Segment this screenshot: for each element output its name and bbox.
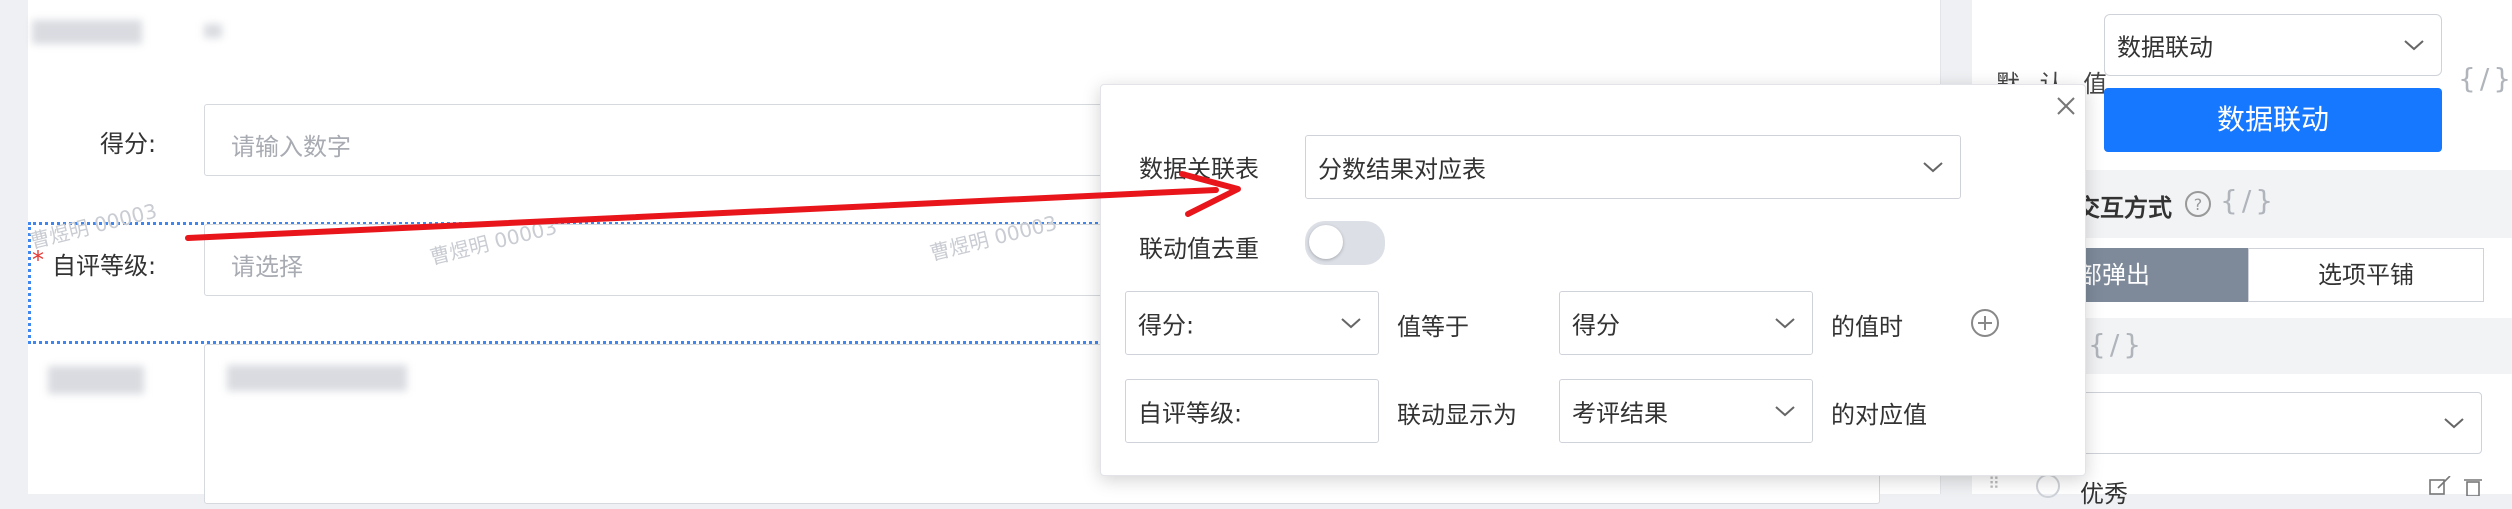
display-target-select[interactable]: 考评结果 [1559, 379, 1813, 443]
chevron-down-icon [1775, 318, 1795, 329]
chevron-down-icon [2404, 40, 2424, 51]
svg-text:?: ? [2194, 195, 2203, 214]
display-target-value: 考评结果 [1572, 399, 1668, 428]
chevron-down-icon [1341, 318, 1361, 329]
condition-target-value: 得分 [1572, 311, 1620, 340]
grade-label: 自评等级: [52, 252, 157, 280]
display-operator: 联动显示为 [1397, 401, 1517, 429]
delete-icon[interactable] [2462, 476, 2484, 496]
option-radio[interactable] [2036, 474, 2060, 498]
condition-operator: 值等于 [1397, 313, 1469, 341]
formula-icon[interactable]: {/} [2220, 184, 2277, 217]
condition-suffix: 的值时 [1831, 313, 1903, 341]
question-circle-icon[interactable]: ? [2184, 190, 2212, 218]
grade-placeholder: 请选择 [231, 253, 303, 281]
edit-icon[interactable] [2428, 476, 2452, 496]
table-select-value: 分数结果对应表 [1318, 155, 1486, 184]
blurred-title [32, 20, 142, 44]
chevron-down-icon [1923, 162, 1943, 173]
condition-target-select[interactable]: 得分 [1559, 291, 1813, 355]
chevron-down-icon [2444, 418, 2464, 429]
close-icon[interactable] [2055, 95, 2077, 117]
score-input[interactable]: 请输入数字 [204, 104, 1204, 176]
blurred-mark [204, 24, 222, 38]
formula-icon[interactable]: {/} [2088, 328, 2145, 361]
blurred-textarea-content [227, 365, 407, 391]
interaction-label: 交互方式 [2076, 194, 2172, 222]
default-value-select-text: 数据联动 [2117, 33, 2213, 62]
dedupe-label: 联动值去重 [1139, 235, 1259, 263]
blurred-label [48, 366, 144, 394]
table-label: 数据关联表 [1139, 155, 1259, 183]
segment-tiled-options[interactable]: 选项平铺 [2248, 248, 2484, 302]
table-select[interactable]: 分数结果对应表 [1305, 135, 1961, 199]
display-field-box[interactable]: 自评等级: [1125, 379, 1379, 443]
score-label: 得分: [100, 130, 157, 158]
data-link-popup: 数据关联表 分数结果对应表 联动值去重 得分: 值等于 得分 的值时 自评等级:… [1100, 84, 2086, 476]
drag-handle-icon[interactable]: ⠿ [1988, 474, 2012, 494]
toggle-knob [1309, 225, 1343, 259]
chevron-down-icon [1775, 406, 1795, 417]
condition-field-value: 得分: [1138, 311, 1195, 340]
condition-field-select[interactable]: 得分: [1125, 291, 1379, 355]
formula-icon[interactable]: {/} [2458, 62, 2512, 95]
data-link-button[interactable]: 数据联动 [2104, 88, 2442, 152]
add-condition-icon[interactable] [1969, 307, 2001, 339]
option-item-label: 优秀 [2080, 480, 2128, 508]
default-value-select[interactable]: 数据联动 [2104, 14, 2442, 76]
score-placeholder: 请输入数字 [231, 133, 351, 161]
display-suffix: 的对应值 [1831, 401, 1927, 429]
dedupe-toggle[interactable] [1305, 221, 1385, 265]
display-field-value: 自评等级: [1138, 399, 1243, 428]
